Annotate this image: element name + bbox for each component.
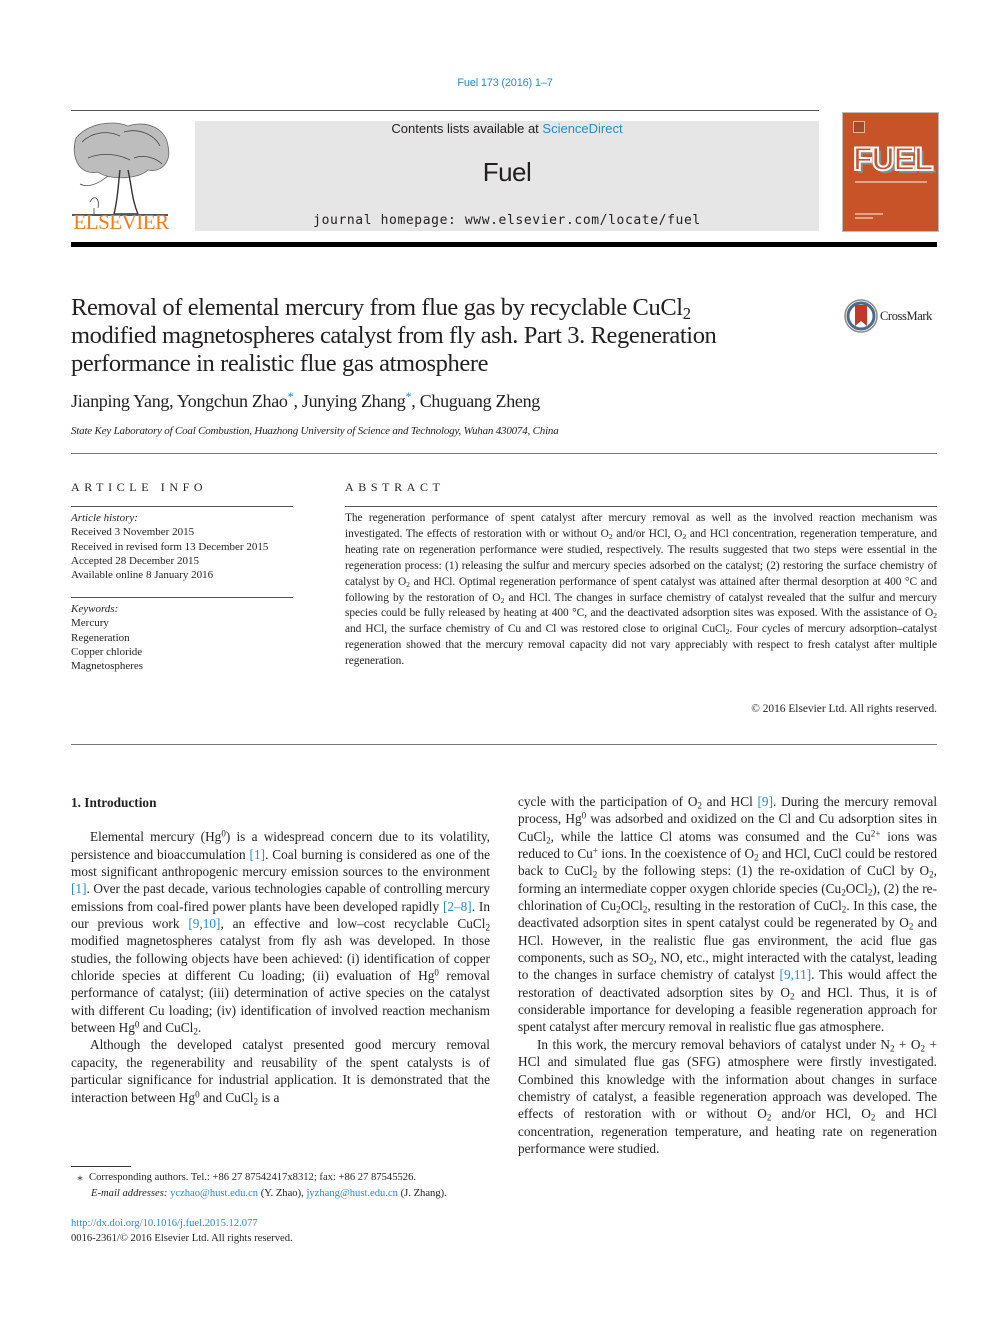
doi-block: http://dx.doi.org/10.1016/j.fuel.2015.12…: [71, 1216, 293, 1246]
author-name[interactable]: Chuguang Zheng: [420, 391, 541, 411]
abstract-text: The regeneration performance of spent ca…: [345, 512, 937, 668]
divider: [345, 506, 937, 507]
article-history: Article history: Received 3 November 201…: [71, 511, 301, 582]
cover-text-line: [855, 213, 883, 215]
issn-copyright: 0016-2361/© 2016 Elsevier Ltd. All right…: [71, 1233, 293, 1244]
author-name[interactable]: Jianping Yang: [71, 391, 169, 411]
crossmark-icon[interactable]: [843, 298, 879, 334]
divider: [71, 506, 293, 507]
citation-link[interactable]: [1]: [250, 847, 266, 862]
divider: [71, 744, 937, 745]
citation-link[interactable]: [9,10]: [188, 916, 220, 931]
doi-link[interactable]: http://dx.doi.org/10.1016/j.fuel.2015.12…: [71, 1216, 293, 1231]
header-rule: [71, 110, 819, 111]
history-received: Received 3 November 2015: [71, 526, 195, 539]
email-label: E-mail addresses:: [91, 1188, 168, 1199]
article-info-heading: ARTICLE INFO: [71, 480, 208, 494]
article-title: Removal of elemental mercury from flue g…: [71, 294, 717, 377]
email-link[interactable]: jyzhang@hust.edu.cn: [306, 1188, 398, 1199]
footnote-rule: [71, 1166, 131, 1167]
cover-subtitle-line: [855, 181, 927, 183]
email-link[interactable]: yczhao@hust.edu.cn: [170, 1188, 258, 1199]
journal-reference-link[interactable]: Fuel 173 (2016) 1–7: [0, 77, 992, 89]
abstract-heading: ABSTRACT: [345, 480, 445, 494]
body-paragraph: Elemental mercury (Hg0) is a widespread …: [71, 828, 491, 1037]
footnote-contact: Corresponding authors. Tel.: +86 27 8754…: [89, 1172, 417, 1183]
elsevier-wordmark: ELSEVIER: [73, 210, 169, 234]
citation-link[interactable]: [9]: [758, 794, 774, 809]
affiliation: State Key Laboratory of Coal Combustion,…: [71, 425, 559, 437]
cover-text-line: [855, 217, 873, 219]
contents-available-line: Contents lists available at ScienceDirec…: [195, 121, 819, 136]
body-paragraph: In this work, the mercury removal behavi…: [518, 1036, 938, 1156]
contents-prefix: Contents lists available at: [391, 121, 543, 136]
journal-masthead: Contents lists available at ScienceDirec…: [195, 121, 819, 231]
history-revised: Received in revised form 13 December 201…: [71, 540, 269, 553]
author-list: Jianping Yang, Yongchun Zhao*, Junying Z…: [71, 389, 541, 411]
body-column-right: cycle with the participation of O2 and H…: [518, 793, 937, 1157]
journal-cover-thumbnail[interactable]: FUEL: [842, 112, 939, 232]
cover-title: FUEL: [852, 140, 935, 178]
keyword: Copper chloride: [71, 645, 143, 658]
section-heading-introduction: 1. Introduction: [71, 795, 157, 810]
header-thick-rule: [71, 242, 937, 247]
article-history-label: Article history:: [71, 512, 138, 524]
keyword: Magnetospheres: [71, 660, 144, 673]
body-column-left: 1. Introduction Elemental mercury (Hg0) …: [71, 794, 490, 1106]
sciencedirect-link[interactable]: ScienceDirect: [542, 121, 622, 136]
keywords-list: Keywords: Mercury Regeneration Copper ch…: [71, 602, 301, 673]
crossmark-label[interactable]: CrossMark: [880, 309, 932, 324]
history-accepted: Accepted 28 December 2015: [71, 554, 199, 567]
abstract-copyright: © 2016 Elsevier Ltd. All rights reserved…: [751, 703, 937, 715]
email-owner: (Y. Zhao),: [258, 1188, 307, 1199]
author-name[interactable]: Junying Zhang: [302, 391, 406, 411]
corresponding-author-footnote: ⁎ Corresponding authors. Tel.: +86 27 875…: [71, 1170, 501, 1202]
corresponding-author-star-icon[interactable]: *: [405, 391, 411, 411]
journal-name: Fuel: [482, 157, 532, 187]
email-owner: (J. Zhang).: [397, 1188, 447, 1199]
keyword: Mercury: [71, 617, 109, 630]
author-name[interactable]: Yongchun Zhao: [177, 391, 288, 411]
citation-link[interactable]: [1]: [71, 881, 87, 896]
divider: [71, 453, 937, 454]
journal-homepage-link[interactable]: journal homepage: www.elsevier.com/locat…: [195, 213, 819, 228]
keywords-label: Keywords:: [71, 603, 119, 615]
citation-link[interactable]: [9,11]: [780, 967, 812, 982]
footnote-star-icon: ⁎: [77, 1172, 83, 1183]
body-paragraph: Although the developed catalyst presente…: [71, 1037, 490, 1106]
keyword: Regeneration: [71, 631, 130, 644]
corresponding-author-star-icon[interactable]: *: [288, 391, 294, 411]
divider: [71, 597, 293, 598]
history-online: Available online 8 January 2016: [71, 569, 214, 582]
cover-publisher-badge-icon: [853, 121, 865, 133]
citation-link[interactable]: [2–8]: [443, 899, 472, 914]
body-paragraph: cycle with the participation of O2 and H…: [518, 794, 938, 1035]
